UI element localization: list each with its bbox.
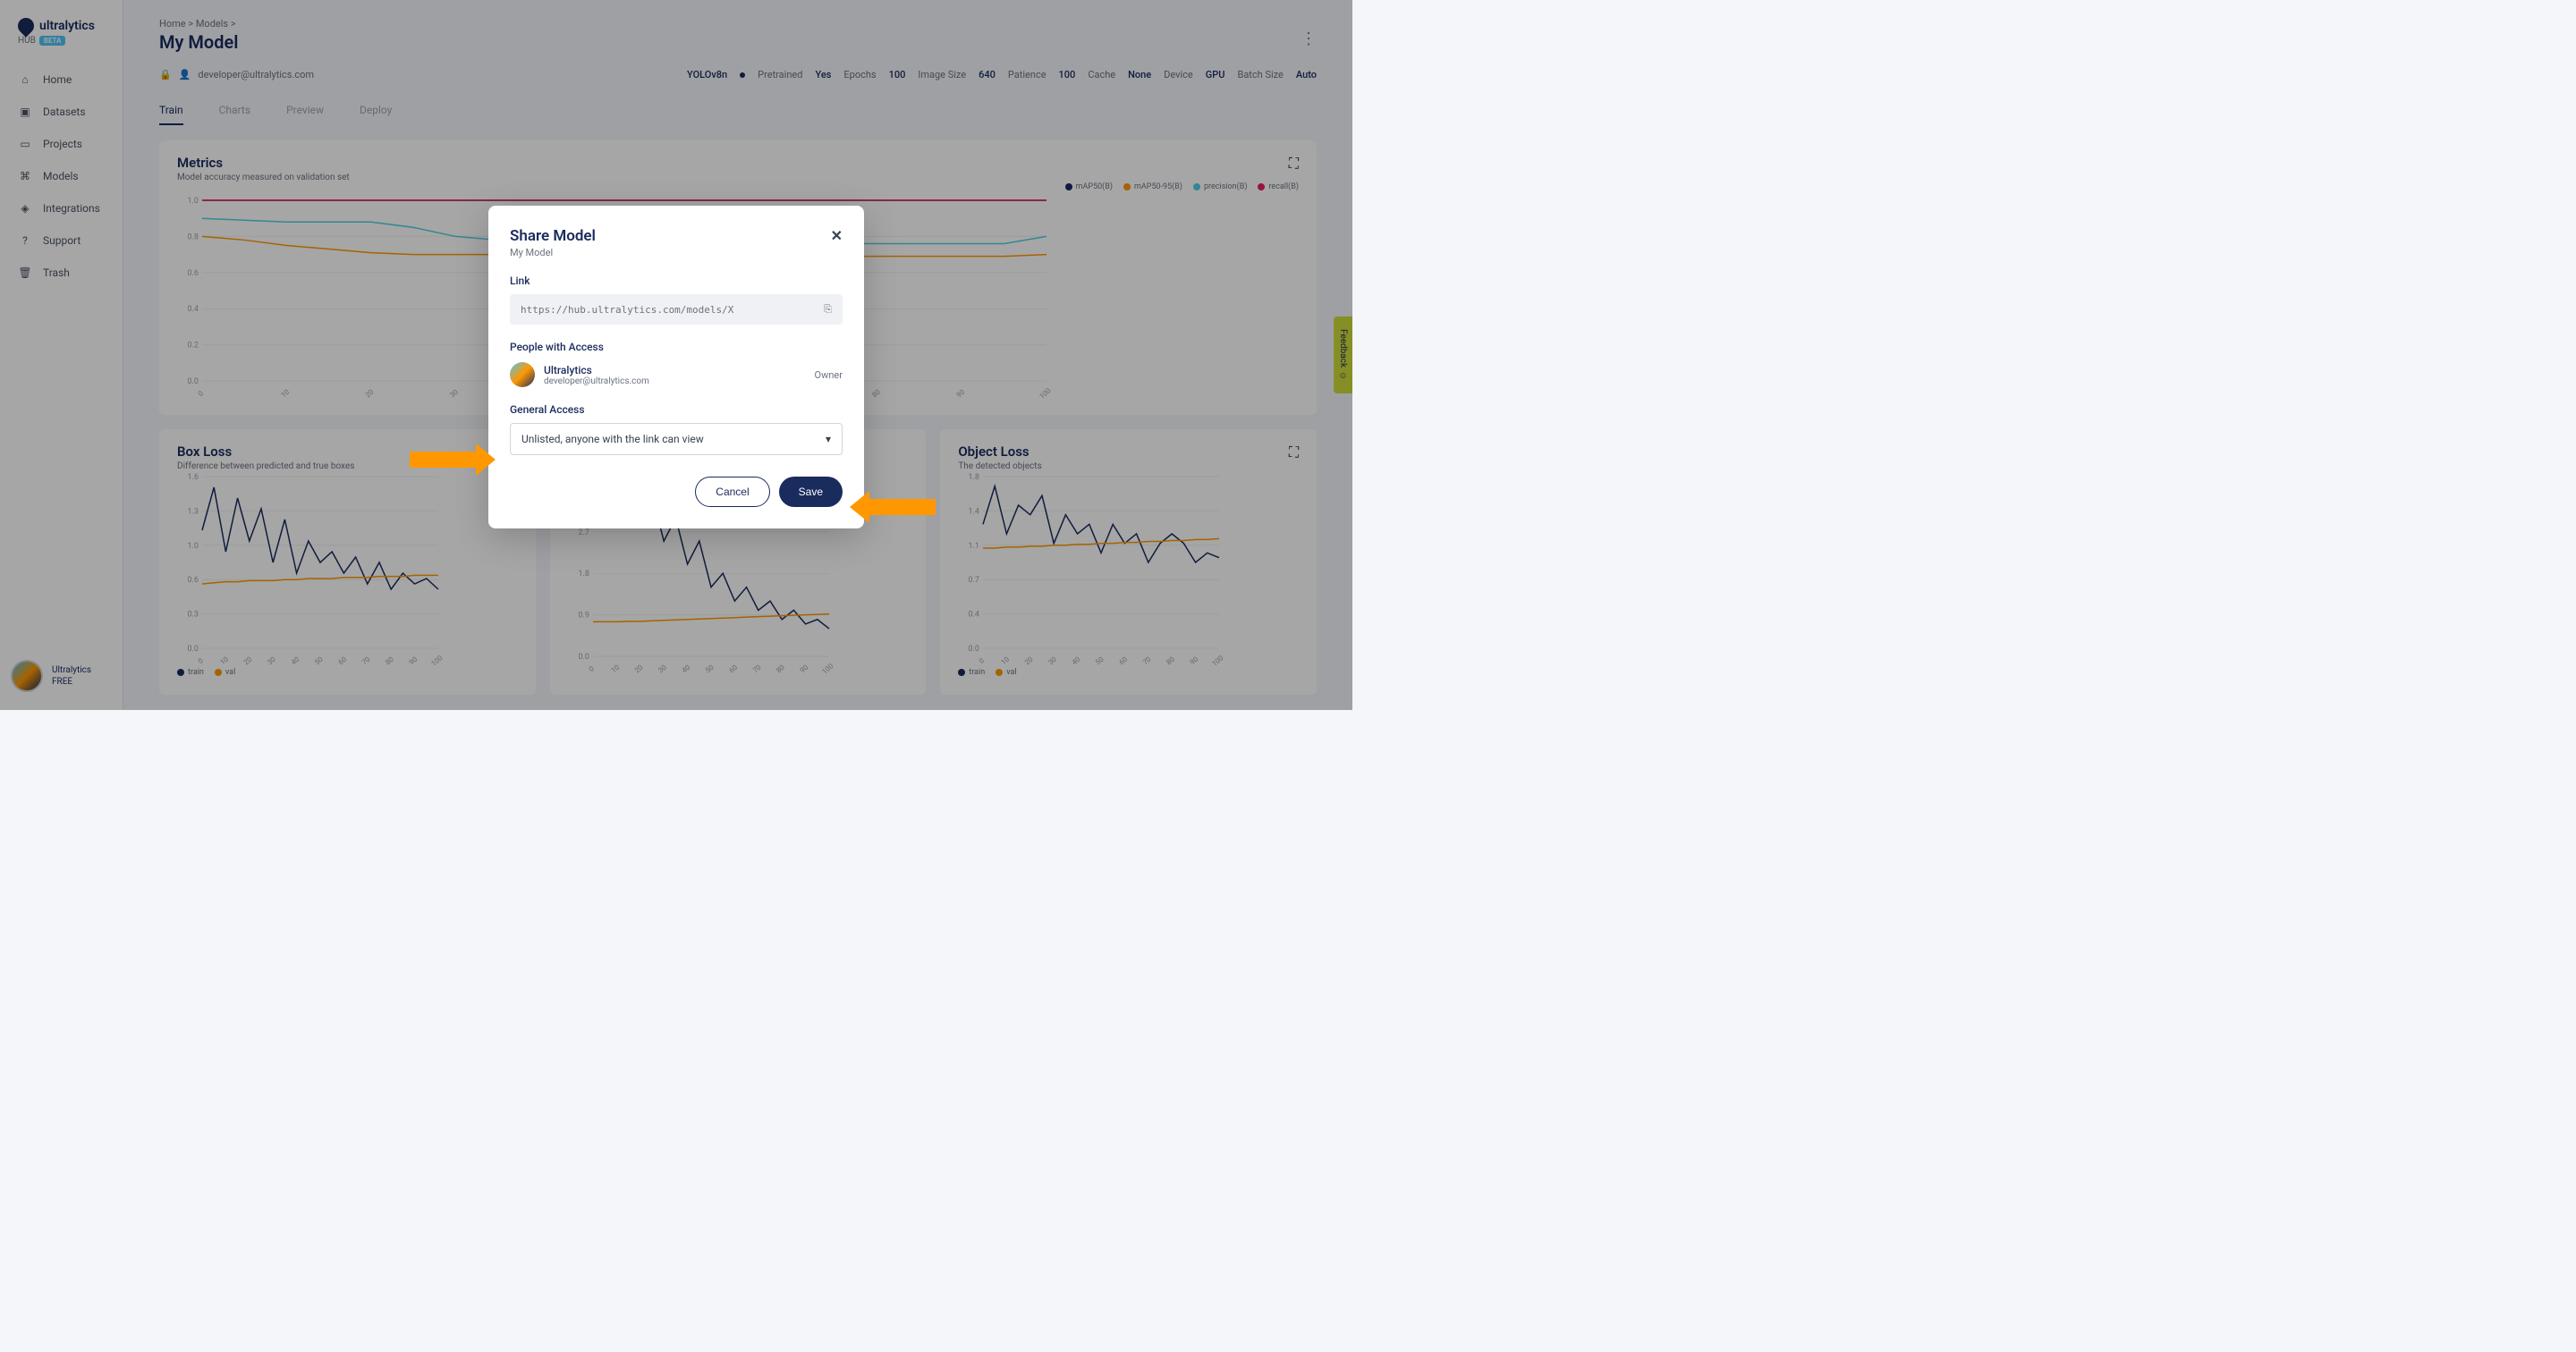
person-row: Ultralytics developer@ultralytics.com Ow… bbox=[510, 362, 843, 387]
general-access-label: General Access bbox=[510, 403, 843, 416]
modal-subtitle: My Model bbox=[510, 247, 596, 258]
copy-icon[interactable]: ⎘ bbox=[824, 303, 832, 316]
save-button[interactable]: Save bbox=[779, 477, 843, 507]
person-name: Ultralytics bbox=[544, 364, 649, 376]
person-email: developer@ultralytics.com bbox=[544, 376, 649, 386]
person-avatar-icon bbox=[510, 362, 535, 387]
modal-title: Share Model bbox=[510, 227, 596, 245]
link-box: https://hub.ultralytics.com/models/X ⎘ bbox=[510, 294, 843, 325]
dropdown-value: Unlisted, anyone with the link can view bbox=[521, 433, 704, 445]
chevron-down-icon: ▾ bbox=[826, 433, 831, 445]
person-role: Owner bbox=[815, 369, 843, 381]
link-value: https://hub.ultralytics.com/models/X bbox=[521, 304, 733, 316]
cancel-button[interactable]: Cancel bbox=[695, 477, 769, 507]
annotation-arrow-dropdown bbox=[410, 452, 479, 468]
access-label: People with Access bbox=[510, 341, 843, 353]
close-icon[interactable]: ✕ bbox=[831, 227, 843, 244]
annotation-arrow-save bbox=[866, 499, 936, 515]
share-modal: Share Model My Model ✕ Link https://hub.… bbox=[488, 206, 864, 528]
link-label: Link bbox=[510, 275, 843, 287]
access-dropdown[interactable]: Unlisted, anyone with the link can view … bbox=[510, 423, 843, 455]
